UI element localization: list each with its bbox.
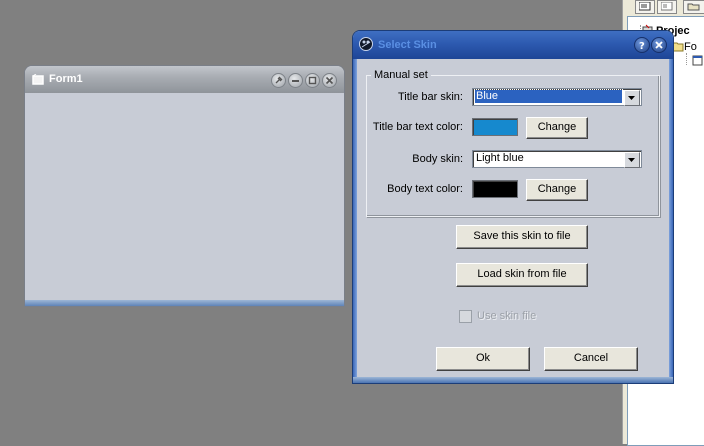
view-code-button[interactable] xyxy=(635,0,655,14)
dropdown-arrow-button[interactable] xyxy=(624,152,640,168)
form1-pin-button[interactable] xyxy=(271,73,286,88)
tree-item-forms[interactable]: Fo xyxy=(672,40,697,54)
view-code-icon xyxy=(639,2,651,11)
svg-text:?: ? xyxy=(639,41,645,50)
use-skin-file-checkbox[interactable] xyxy=(459,310,472,323)
save-skin-button[interactable]: Save this skin to file xyxy=(456,225,588,249)
form1-title-bar[interactable]: Form1 xyxy=(25,66,344,93)
select-skin-dialog[interactable]: Select Skin ? Manual set Title bar skin:… xyxy=(353,31,673,383)
title-bar-text-color-swatch xyxy=(472,118,518,136)
dropdown-arrow-button[interactable] xyxy=(624,90,640,106)
tree-item-label: Fo xyxy=(684,41,697,53)
body-skin-label: Body skin: xyxy=(412,153,463,165)
form1-close-button[interactable] xyxy=(322,73,337,88)
title-bar-text-color-label: Title bar text color: xyxy=(372,121,463,133)
form1-bottom-border xyxy=(25,300,344,306)
dialog-right-border xyxy=(669,59,673,383)
minimize-icon xyxy=(292,80,299,82)
dialog-help-button[interactable]: ? xyxy=(634,37,650,53)
view-object-icon xyxy=(661,2,673,11)
body-color-change-button[interactable]: Change xyxy=(526,179,588,201)
title-bar-color-change-button[interactable]: Change xyxy=(526,117,588,139)
dialog-title-bar[interactable]: Select Skin ? xyxy=(353,31,673,59)
project-explorer-toolbar xyxy=(623,0,704,14)
load-skin-button[interactable]: Load skin from file xyxy=(456,263,588,287)
manual-set-group-label: Manual set xyxy=(371,69,431,81)
form1-maximize-button[interactable] xyxy=(305,73,320,88)
skin-palette-icon xyxy=(359,37,373,51)
title-bar-skin-select[interactable]: Blue xyxy=(472,88,642,106)
form-window-icon xyxy=(32,74,44,85)
dialog-left-border xyxy=(353,59,357,383)
form1-client-area[interactable] xyxy=(27,93,342,302)
pin-icon xyxy=(275,76,283,84)
folder-icon xyxy=(672,42,684,52)
title-bar-skin-label: Title bar skin: xyxy=(397,91,463,103)
form1-title: Form1 xyxy=(49,73,83,85)
tree-item-form-file[interactable] xyxy=(692,55,704,69)
body-skin-value: Light blue xyxy=(476,152,524,164)
form-file-icon xyxy=(692,55,703,66)
close-icon xyxy=(655,41,663,49)
help-icon: ? xyxy=(639,41,645,50)
toggle-folders-button[interactable] xyxy=(683,0,704,14)
view-object-button[interactable] xyxy=(657,0,677,14)
maximize-icon xyxy=(308,76,317,85)
folder-icon xyxy=(687,3,700,11)
form1-window[interactable]: Form1 xyxy=(25,66,344,306)
close-icon xyxy=(325,76,334,85)
chevron-down-icon xyxy=(628,96,635,100)
ok-button[interactable]: Ok xyxy=(436,347,530,371)
body-text-color-swatch xyxy=(472,180,518,198)
body-skin-select[interactable]: Light blue xyxy=(472,150,642,168)
dialog-bottom-border xyxy=(353,377,673,383)
tree-connector xyxy=(686,53,687,65)
chevron-down-icon xyxy=(628,158,635,162)
dialog-title: Select Skin xyxy=(378,39,437,51)
form1-minimize-button[interactable] xyxy=(288,73,303,88)
title-bar-skin-value: Blue xyxy=(474,89,623,104)
body-text-color-label: Body text color: xyxy=(387,183,463,195)
cancel-button[interactable]: Cancel xyxy=(544,347,638,371)
use-skin-file-label: Use skin file xyxy=(477,310,537,322)
dialog-close-button[interactable] xyxy=(651,37,667,53)
